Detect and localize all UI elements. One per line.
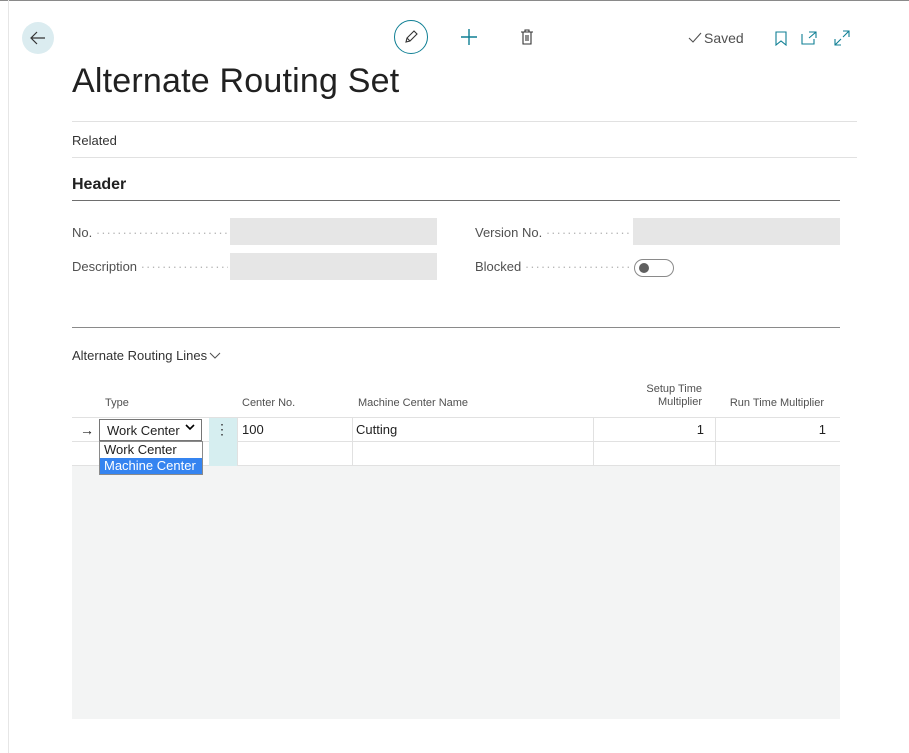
column-separator [237, 418, 238, 441]
expand-icon [834, 30, 850, 46]
lines-section-title[interactable]: Alternate Routing Lines [72, 348, 221, 363]
version-no-field-input[interactable] [633, 218, 840, 245]
run-time-multiplier-cell[interactable]: 1 [716, 418, 826, 441]
pencil-icon [405, 30, 418, 43]
delete-button[interactable] [518, 28, 536, 46]
window-top-border [0, 0, 909, 1]
section-divider [72, 327, 840, 328]
saved-status: Saved [688, 30, 744, 46]
plus-icon [461, 29, 477, 45]
chevron-down-icon [209, 352, 221, 359]
type-option-work-center[interactable]: Work Center [100, 442, 202, 458]
divider [72, 121, 857, 122]
column-header-center-no[interactable]: Center No. [242, 397, 295, 409]
edit-button[interactable] [394, 20, 428, 54]
no-field-label: No. ·························· [72, 225, 228, 240]
column-separator [593, 442, 594, 465]
row-actions-dots-icon[interactable]: ⋮ [215, 421, 229, 438]
column-separator [715, 442, 716, 465]
page-title: Alternate Routing Set [72, 62, 400, 100]
column-header-type[interactable]: Type [105, 397, 129, 409]
toggle-knob [639, 263, 649, 273]
setup-time-header-line2: Multiplier [657, 396, 702, 408]
arrow-left-icon [30, 31, 45, 45]
column-header-run-time-multiplier[interactable]: Run Time Multiplier [716, 397, 824, 409]
divider [72, 157, 857, 158]
open-in-new-icon [801, 31, 817, 45]
related-menu[interactable]: Related [72, 133, 117, 148]
description-field-label: Description ·························· [72, 259, 228, 274]
column-separator [237, 442, 238, 465]
type-option-machine-center[interactable]: Machine Center [100, 458, 202, 474]
trash-icon [521, 29, 533, 45]
center-no-cell[interactable]: 100 [242, 418, 352, 441]
description-field-input[interactable] [230, 253, 437, 280]
header-section-title[interactable]: Header [72, 176, 126, 194]
chevron-down-icon [185, 422, 195, 434]
type-select-value: Work Center [107, 422, 180, 438]
column-header-setup-time-multiplier[interactable]: Setup Time Multiplier [620, 383, 702, 409]
lines-title-label: Alternate Routing Lines [72, 348, 208, 363]
expand-button[interactable] [832, 28, 852, 48]
type-select[interactable]: Work Center [99, 419, 202, 441]
column-separator [352, 442, 353, 465]
section-divider [72, 200, 840, 201]
back-button[interactable] [22, 22, 54, 54]
blocked-field-label: Blocked ·························· [475, 259, 631, 274]
setup-time-header-line1: Setup Time [646, 383, 702, 395]
setup-time-multiplier-cell[interactable]: 1 [594, 418, 704, 441]
window-left-border [8, 0, 9, 753]
new-button[interactable] [458, 26, 480, 48]
no-field-input[interactable] [230, 218, 437, 245]
bookmark-icon [775, 30, 787, 46]
machine-center-name-cell[interactable]: Cutting [356, 418, 592, 441]
saved-label: Saved [704, 30, 744, 46]
open-new-window-button[interactable] [800, 30, 818, 46]
column-separator [352, 418, 353, 441]
checkmark-icon [688, 32, 702, 43]
column-header-machine-center-name[interactable]: Machine Center Name [358, 397, 468, 409]
row-current-arrow-icon: → [80, 421, 94, 438]
bookmark-button[interactable] [773, 30, 789, 46]
type-dropdown-list: Work Center Machine Center [99, 441, 203, 475]
version-no-field-label: Version No. ·························· [475, 225, 631, 240]
blocked-toggle[interactable] [634, 259, 674, 277]
